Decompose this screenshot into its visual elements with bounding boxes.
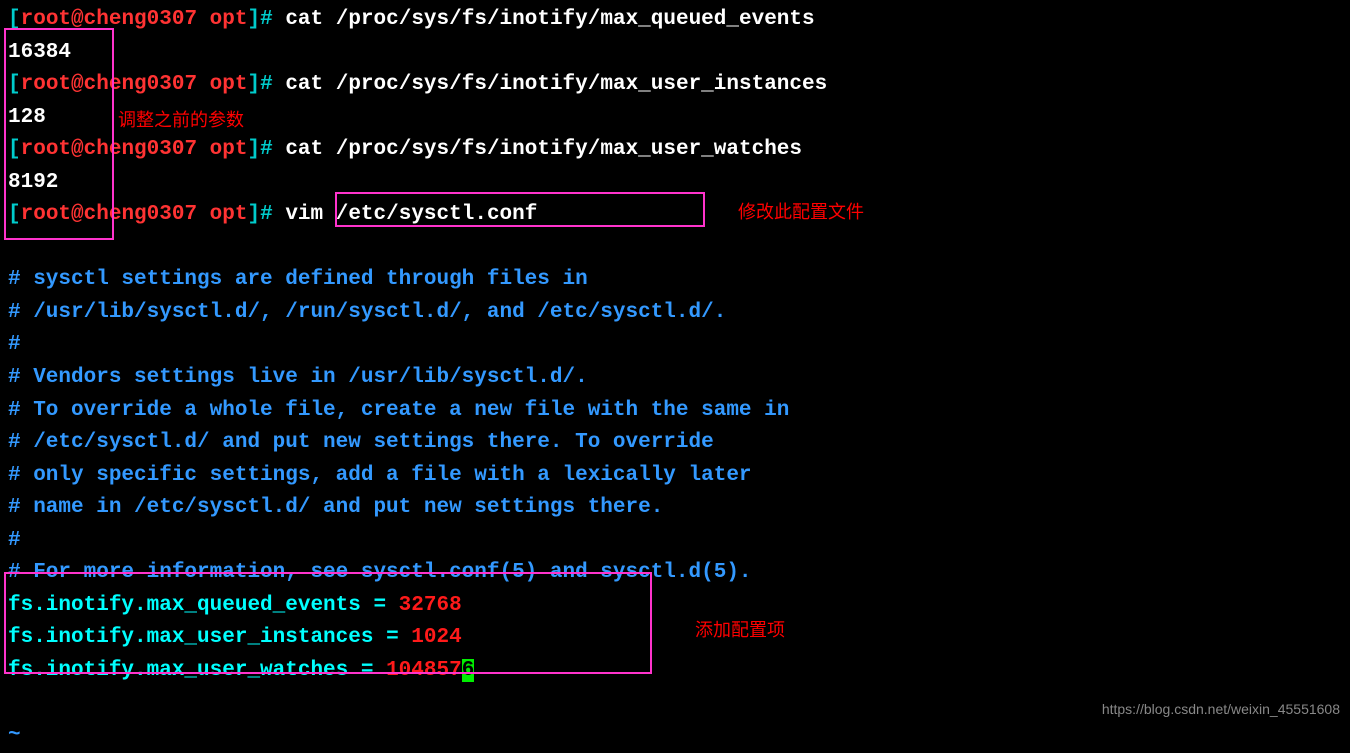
prompt-hash: # (260, 8, 285, 31)
prompt-close: ] (247, 138, 260, 161)
prompt-user: root (21, 8, 71, 31)
setting-key: fs.inotify.max_queued_events (8, 594, 361, 617)
prompt-bracket: [ (8, 73, 21, 96)
setting-line: fs.inotify.max_queued_events = 32768 (8, 590, 1342, 623)
blank-line (8, 232, 1342, 265)
prompt-host: cheng0307 (84, 8, 197, 31)
comment-line: # /usr/lib/sysctl.d/, /run/sysctl.d/, an… (8, 297, 1342, 330)
setting-value: 104857 (386, 659, 462, 682)
annotation-label: 修改此配置文件 (738, 199, 864, 227)
setting-eq: = (348, 659, 386, 682)
output-text: 16384 (8, 37, 1342, 70)
prompt-host: cheng0307 (84, 73, 197, 96)
prompt-at: @ (71, 203, 84, 226)
prompt-space (197, 73, 210, 96)
prompt-hash: # (260, 203, 285, 226)
annotation-label: 添加配置项 (695, 617, 785, 645)
comment-line: # For more information, see sysctl.conf(… (8, 557, 1342, 590)
setting-value: 1024 (411, 626, 461, 649)
terminal-line: [root@cheng0307 opt]# vim /etc/sysctl.co… (8, 199, 1342, 232)
prompt-bracket: [ (8, 203, 21, 226)
prompt-at: @ (71, 138, 84, 161)
prompt-space (197, 8, 210, 31)
prompt-host: cheng0307 (84, 203, 197, 226)
output-text: 8192 (8, 167, 1342, 200)
setting-eq: = (373, 626, 411, 649)
command-text: cat /proc/sys/fs/inotify/max_queued_even… (285, 8, 814, 31)
prompt-dir: opt (210, 203, 248, 226)
prompt-dir: opt (210, 73, 248, 96)
setting-line: fs.inotify.max_user_instances = 1024 (8, 622, 1342, 655)
prompt-host: cheng0307 (84, 138, 197, 161)
comment-line: # (8, 329, 1342, 362)
prompt-bracket: [ (8, 138, 21, 161)
comment-line: # Vendors settings live in /usr/lib/sysc… (8, 362, 1342, 395)
prompt-at: @ (71, 8, 84, 31)
command-text: cat /proc/sys/fs/inotify/max_user_watche… (285, 138, 802, 161)
comment-line: # /etc/sysctl.d/ and put new settings th… (8, 427, 1342, 460)
vim-tilde: ~ (8, 720, 1342, 753)
command-text: cat /proc/sys/fs/inotify/max_user_instan… (285, 73, 827, 96)
prompt-close: ] (247, 8, 260, 31)
terminal-line: [root@cheng0307 opt]# cat /proc/sys/fs/i… (8, 134, 1342, 167)
prompt-user: root (21, 73, 71, 96)
comment-line: # (8, 525, 1342, 558)
prompt-space (197, 203, 210, 226)
command-text: vim /etc/sysctl.conf (285, 203, 537, 226)
prompt-user: root (21, 203, 71, 226)
setting-value: 32768 (399, 594, 462, 617)
setting-key: fs.inotify.max_user_watches (8, 659, 348, 682)
setting-line: fs.inotify.max_user_watches = 1048576 (8, 655, 1342, 688)
comment-line: # name in /etc/sysctl.d/ and put new set… (8, 492, 1342, 525)
terminal-line: [root@cheng0307 opt]# cat /proc/sys/fs/i… (8, 69, 1342, 102)
terminal-line: [root@cheng0307 opt]# cat /proc/sys/fs/i… (8, 4, 1342, 37)
prompt-close: ] (247, 73, 260, 96)
setting-key: fs.inotify.max_user_instances (8, 626, 373, 649)
comment-line: # only specific settings, add a file wit… (8, 460, 1342, 493)
prompt-hash: # (260, 138, 285, 161)
cursor: 6 (462, 659, 475, 682)
prompt-hash: # (260, 73, 285, 96)
prompt-at: @ (71, 73, 84, 96)
watermark: https://blog.csdn.net/weixin_45551608 (1102, 699, 1340, 721)
annotation-label: 调整之前的参数 (118, 107, 244, 135)
prompt-dir: opt (210, 8, 248, 31)
comment-line: # To override a whole file, create a new… (8, 395, 1342, 428)
prompt-user: root (21, 138, 71, 161)
prompt-bracket: [ (8, 8, 21, 31)
prompt-close: ] (247, 203, 260, 226)
setting-eq: = (361, 594, 399, 617)
prompt-dir: opt (210, 138, 248, 161)
prompt-space (197, 138, 210, 161)
comment-line: # sysctl settings are defined through fi… (8, 264, 1342, 297)
